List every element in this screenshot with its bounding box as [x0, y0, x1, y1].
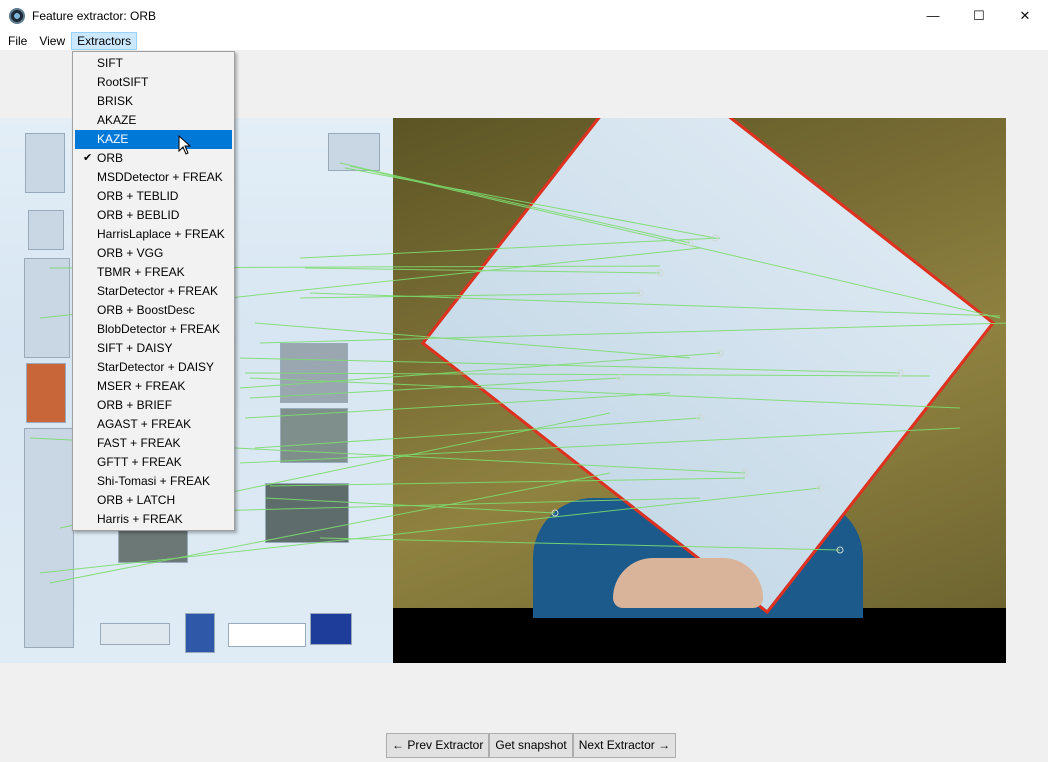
extractor-option-label: AKAZE — [97, 113, 137, 127]
scene-image — [393, 118, 1006, 663]
scene-hand — [613, 558, 763, 608]
extractor-option-label: TBMR + FREAK — [97, 265, 185, 279]
extractor-option-msddetector-freak[interactable]: MSDDetector + FREAK — [75, 168, 232, 187]
extractor-option-orb-latch[interactable]: ORB + LATCH — [75, 491, 232, 510]
photo-thumb — [265, 483, 349, 543]
extractor-option-label: MSER + FREAK — [97, 379, 186, 393]
orange-logo — [26, 363, 66, 423]
extractor-option-label: MSDDetector + FREAK — [97, 170, 223, 184]
extractor-option-label: ORB — [97, 151, 124, 165]
extractor-option-brisk[interactable]: BRISK — [75, 92, 232, 111]
extractor-option-tbmr-freak[interactable]: TBMR + FREAK — [75, 263, 232, 282]
extractor-option-sift-daisy[interactable]: SIFT + DAISY — [75, 339, 232, 358]
close-button[interactable]: ✕ — [1002, 0, 1048, 31]
extractor-option-label: ORB + BEBLID — [97, 208, 180, 222]
ieee-logo — [25, 133, 65, 193]
app-icon — [9, 7, 25, 24]
partner-logos — [24, 428, 74, 648]
extractor-option-shi-tomasi-freak[interactable]: Shi-Tomasi + FREAK — [75, 472, 232, 491]
extractor-option-label: SIFT + DAISY — [97, 341, 173, 355]
get-snapshot-button[interactable]: Get snapshot — [489, 733, 573, 758]
extractor-option-label: ORB + LATCH — [97, 493, 176, 507]
extractor-option-label: ORB + VGG — [97, 246, 164, 260]
minimize-button[interactable]: — — [910, 0, 956, 31]
extractor-option-label: KAZE — [97, 132, 129, 146]
extractor-option-label: BRISK — [97, 94, 134, 108]
extractor-option-stardetector-daisy[interactable]: StarDetector + DAISY — [75, 358, 232, 377]
prev-extractor-button[interactable]: ← Prev Extractor — [386, 733, 490, 758]
extractor-option-label: SIFT — [97, 56, 123, 70]
extractor-option-label: GFTT + FREAK — [97, 455, 182, 469]
extractor-option-label: StarDetector + FREAK — [97, 284, 219, 298]
blue-logo — [185, 613, 215, 653]
extractor-option-fast-freak[interactable]: FAST + FREAK — [75, 434, 232, 453]
photo-thumb — [280, 343, 348, 403]
extractor-option-sift[interactable]: SIFT — [75, 54, 232, 73]
menu-extractors[interactable]: Extractors — [71, 31, 138, 50]
extractor-option-gftt-freak[interactable]: GFTT + FREAK — [75, 453, 232, 472]
title-bar: Feature extractor: ORB — ☐ ✕ — [0, 0, 1048, 31]
extractor-option-label: Shi-Tomasi + FREAK — [97, 474, 211, 488]
menu-file[interactable]: File — [2, 32, 33, 50]
extractor-option-label: ORB + BoostDesc — [97, 303, 195, 317]
extractor-option-rootsift[interactable]: RootSIFT — [75, 73, 232, 92]
extractor-option-label: BlobDetector + FREAK — [97, 322, 221, 336]
ltsi-logo — [28, 210, 64, 250]
siemens-logo — [100, 623, 170, 645]
extractor-option-label: ORB + TEBLID — [97, 189, 179, 203]
window-title: Feature extractor: ORB — [32, 8, 157, 23]
extractor-option-label: AGAST + FREAK — [97, 417, 192, 431]
extractor-option-orb-vgg[interactable]: ORB + VGG — [75, 244, 232, 263]
eu-flag-logo — [310, 613, 352, 645]
extractor-option-label: RootSIFT — [97, 75, 149, 89]
maximize-button[interactable]: ☐ — [956, 0, 1002, 31]
extractor-option-blobdetector-freak[interactable]: BlobDetector + FREAK — [75, 320, 232, 339]
extractor-option-label: Harris + FREAK — [97, 512, 183, 526]
extractor-option-orb-boostdesc[interactable]: ORB + BoostDesc — [75, 301, 232, 320]
checkmark-icon: ✔ — [83, 152, 93, 164]
extractor-option-label: HarrisLaplace + FREAK — [97, 227, 225, 241]
window-controls: — ☐ ✕ — [910, 0, 1048, 31]
extractor-option-akaze[interactable]: AKAZE — [75, 111, 232, 130]
extractor-option-mser-freak[interactable]: MSER + FREAK — [75, 377, 232, 396]
extractor-option-orb-brief[interactable]: ORB + BRIEF — [75, 396, 232, 415]
mouse-cursor-icon — [178, 135, 192, 155]
france-telecom-logo — [228, 623, 306, 647]
extractors-dropdown: SIFT RootSIFT BRISK AKAZE KAZE ✔ ORB MSDD… — [72, 51, 235, 531]
extractor-option-agast-freak[interactable]: AGAST + FREAK — [75, 415, 232, 434]
extractor-option-kaze[interactable]: KAZE — [75, 130, 232, 149]
navigation-buttons: ← Prev Extractor Get snapshot Next Extra… — [386, 733, 677, 758]
menu-bar: File View Extractors — [0, 31, 1048, 50]
extractor-option-orb-beblid[interactable]: ORB + BEBLID — [75, 206, 232, 225]
extractor-option-orb[interactable]: ✔ ORB — [75, 149, 232, 168]
extractor-option-harrislaplace-freak[interactable]: HarrisLaplace + FREAK — [75, 225, 232, 244]
sponsor-logos — [24, 258, 70, 358]
next-extractor-button[interactable]: Next Extractor → — [572, 733, 677, 758]
extractor-option-orb-teblid[interactable]: ORB + TEBLID — [75, 187, 232, 206]
extractor-option-label: StarDetector + DAISY — [97, 360, 215, 374]
extractor-option-harris-freak[interactable]: Harris + FREAK — [75, 510, 232, 529]
menu-view[interactable]: View — [33, 32, 71, 50]
extractor-option-label: ORB + BRIEF — [97, 398, 173, 412]
extractor-option-label: FAST + FREAK — [97, 436, 181, 450]
extractor-option-stardetector-freak[interactable]: StarDetector + FREAK — [75, 282, 232, 301]
emb-logo — [328, 133, 380, 171]
photo-thumb — [280, 408, 348, 463]
